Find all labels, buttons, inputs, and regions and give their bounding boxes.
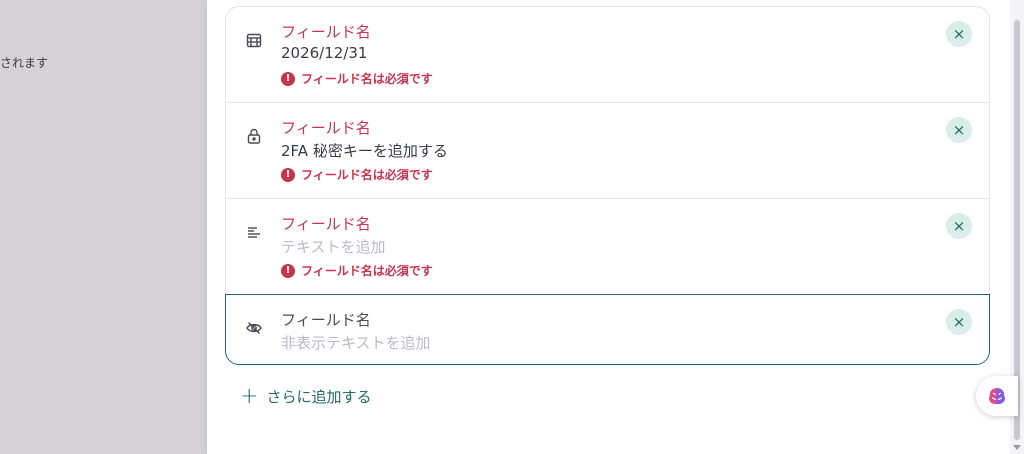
calendar-icon: [245, 31, 263, 49]
field-row-2fa: フィールド名 2FA 秘密キーを追加する ! フィールド名は必須です ×: [225, 102, 990, 198]
lock-icon: [245, 127, 263, 145]
brain-icon: [989, 388, 1005, 404]
field-name-label[interactable]: フィールド名: [281, 213, 371, 234]
field-row-text: フィールド名 テキストを追加 ! フィールド名は必須です ×: [225, 198, 990, 294]
field-error: ! フィールド名は必須です: [281, 70, 433, 87]
field-name-label[interactable]: フィールド名: [281, 309, 371, 330]
plus-icon: +: [240, 383, 259, 409]
field-value[interactable]: 2FA 秘密キーを追加する: [281, 140, 448, 161]
remove-field-button[interactable]: ×: [946, 309, 972, 335]
remove-field-button[interactable]: ×: [946, 213, 972, 239]
custom-fields-panel: フィールド名 2026/12/31 ! フィールド名は必須です × フィールド名…: [207, 0, 1010, 454]
text-icon: [245, 223, 263, 241]
background-text: されます: [0, 56, 49, 70]
error-icon: !: [281, 263, 295, 278]
field-row-date: フィールド名 2026/12/31 ! フィールド名は必須です ×: [225, 6, 990, 102]
background-overlay[interactable]: されます: [0, 0, 207, 454]
field-value-placeholder[interactable]: テキストを追加: [281, 236, 386, 257]
field-name-label[interactable]: フィールド名: [281, 21, 371, 42]
field-name-label[interactable]: フィールド名: [281, 117, 371, 138]
field-error-text: フィールド名は必須です: [301, 168, 433, 182]
scroll-down-arrow-icon[interactable]: [1013, 445, 1021, 450]
remove-field-button[interactable]: ×: [946, 21, 972, 47]
add-more-label: さらに追加する: [266, 388, 372, 406]
ai-assistant-button[interactable]: [976, 376, 1018, 416]
field-error: ! フィールド名は必須です: [281, 166, 433, 183]
remove-field-button[interactable]: ×: [946, 117, 972, 143]
field-error-text: フィールド名は必須です: [301, 264, 433, 278]
field-error: ! フィールド名は必須です: [281, 262, 433, 279]
error-icon: !: [281, 167, 295, 182]
field-row-hidden: フィールド名 非表示テキストを追加 ×: [225, 294, 990, 365]
add-more-button[interactable]: + さらに追加する: [240, 383, 372, 409]
field-error-text: フィールド名は必須です: [301, 72, 433, 86]
error-icon: !: [281, 71, 295, 86]
field-list: フィールド名 2026/12/31 ! フィールド名は必須です × フィールド名…: [225, 6, 990, 365]
field-value-placeholder[interactable]: 非表示テキストを追加: [281, 332, 431, 353]
field-value[interactable]: 2026/12/31: [281, 44, 367, 62]
eye-off-icon: [245, 319, 263, 337]
